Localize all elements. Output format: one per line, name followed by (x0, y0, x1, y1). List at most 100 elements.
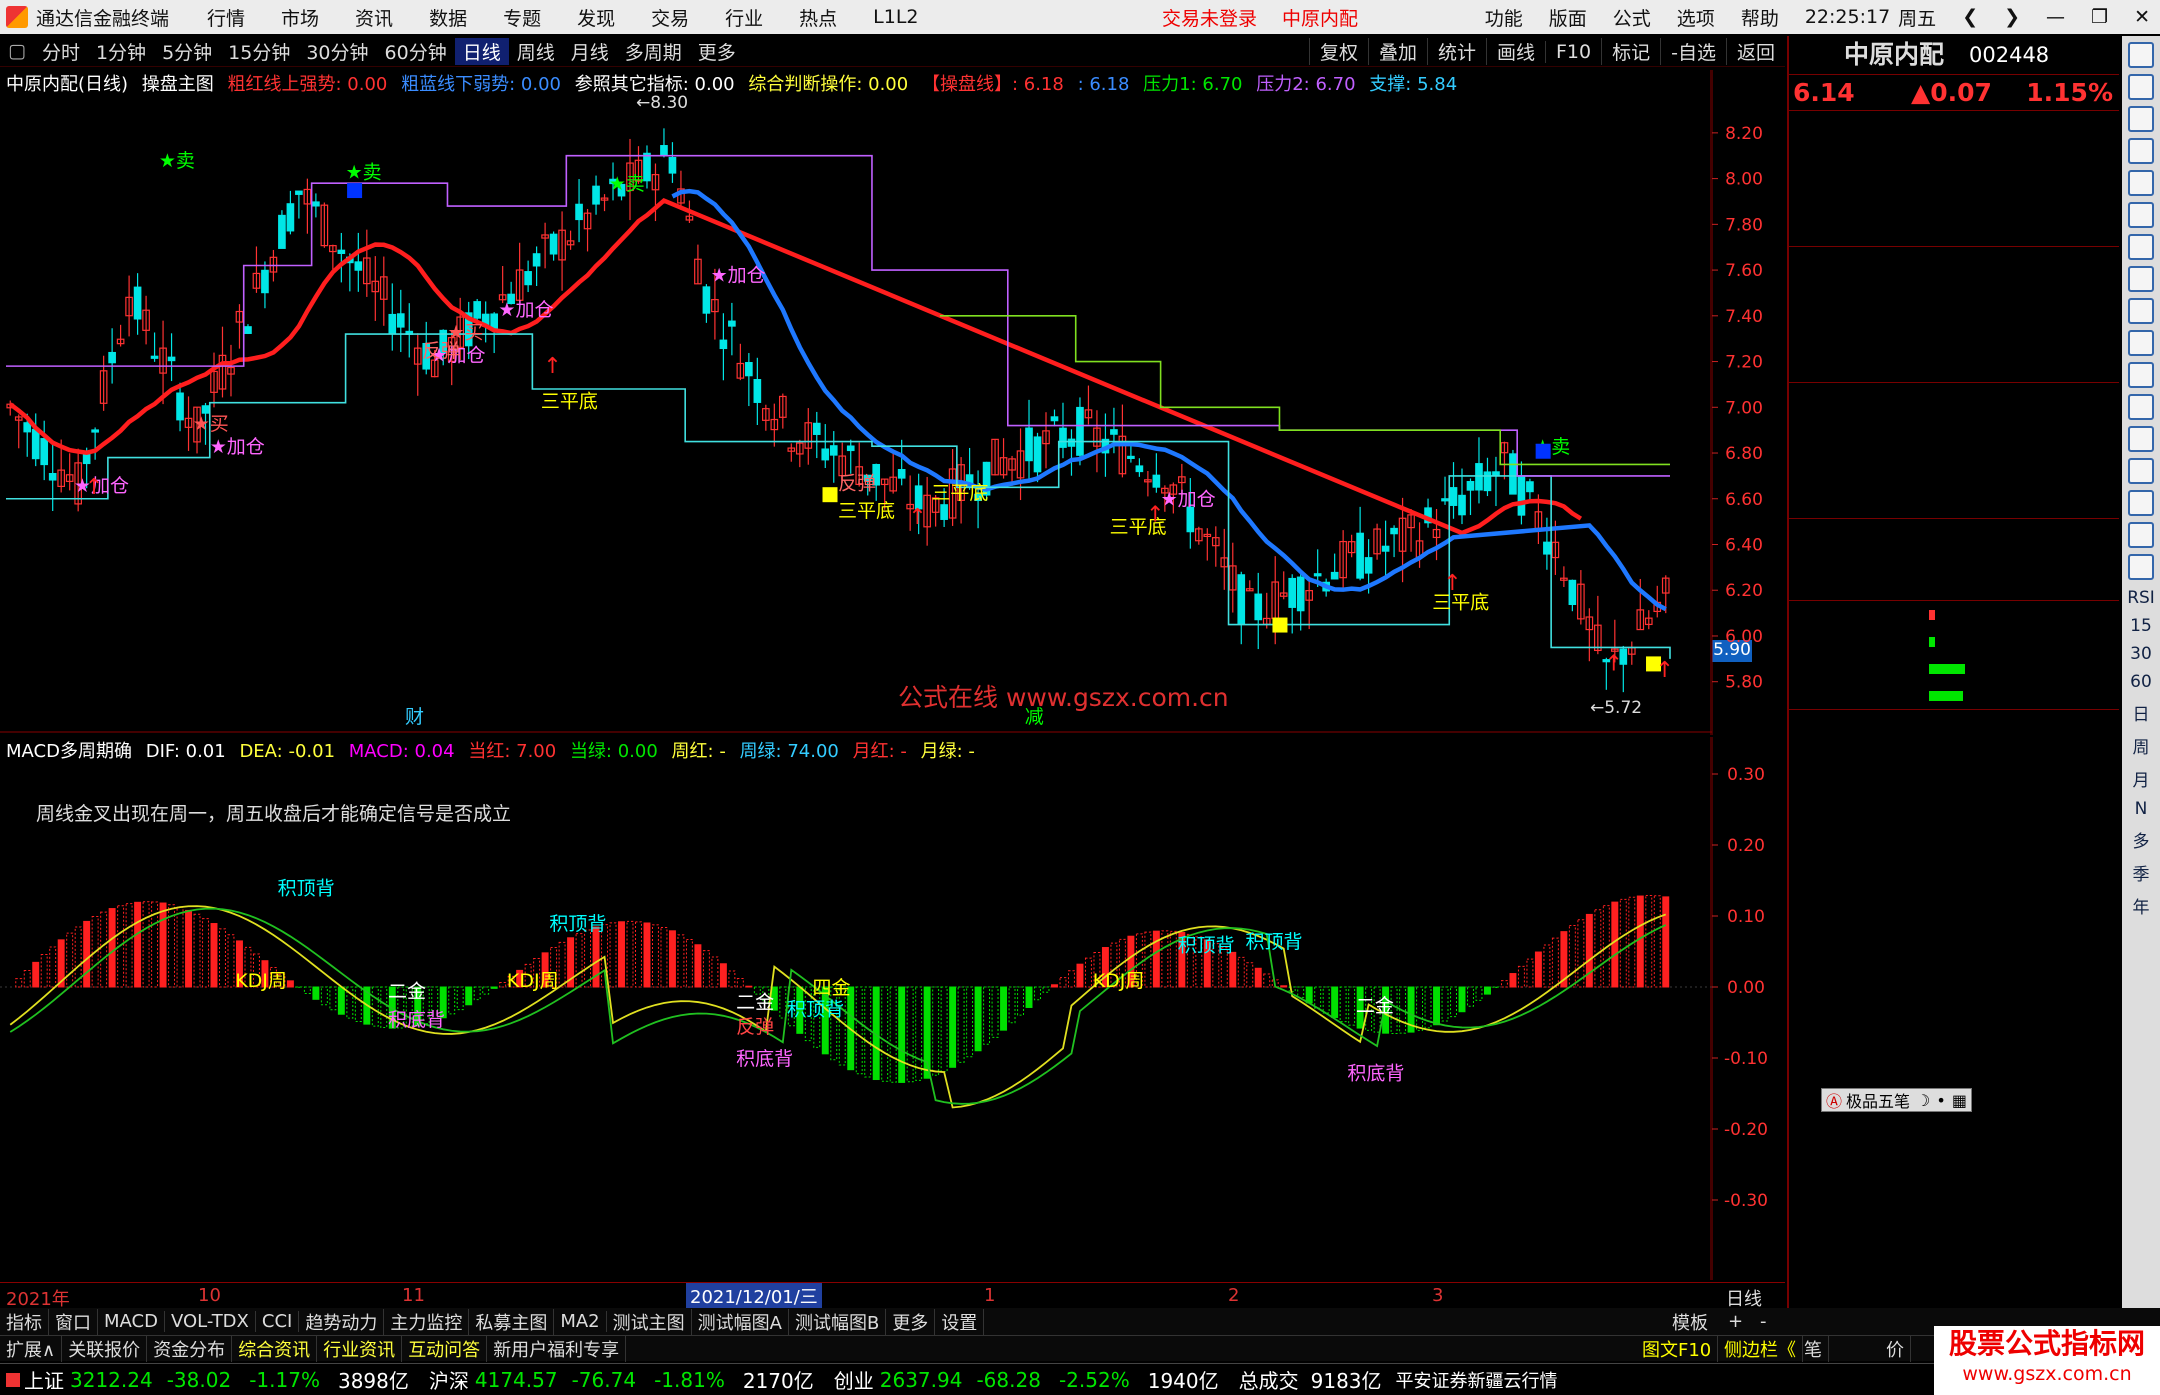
tool-back[interactable]: 返回 (1725, 38, 1785, 65)
menu-industry[interactable]: 行业 (725, 4, 763, 31)
remove-window-button[interactable]: - (1754, 1311, 1773, 1332)
period-shortcut[interactable]: 周 (2122, 733, 2160, 758)
trade-row[interactable] (1789, 737, 2119, 764)
menu-news[interactable]: 资讯 (355, 4, 393, 31)
info-tab-welfare[interactable]: 新用户福利专享 (487, 1335, 627, 1362)
period-tab-60min[interactable]: 60分钟 (377, 38, 455, 65)
menu-quote[interactable]: 行情 (207, 4, 245, 31)
period-shortcut[interactable]: N (2122, 799, 2160, 819)
period-tab-more[interactable]: 更多 (690, 38, 744, 65)
tab-trend-power[interactable]: 趋势动力 (299, 1308, 385, 1335)
period-tab-daily[interactable]: 日线 (454, 37, 509, 65)
trade-row[interactable] (1789, 1199, 2119, 1226)
tab-cci[interactable]: CCI (256, 1311, 300, 1332)
stat-row[interactable] (1789, 519, 2119, 546)
bid-row[interactable] (1789, 247, 2119, 274)
add-window-button[interactable]: + (1722, 1311, 1749, 1332)
menu-help[interactable]: 帮助 (1741, 4, 1779, 31)
stat-row[interactable] (1789, 546, 2119, 573)
menu-hot[interactable]: 热点 (799, 4, 837, 31)
info-tab-pen[interactable]: 笔 (1798, 1335, 1829, 1362)
ime-punct-icon[interactable]: • (1936, 1091, 1945, 1110)
info-icon[interactable] (2128, 362, 2154, 388)
trade-row[interactable] (1789, 1063, 2119, 1090)
trend-icon[interactable] (2128, 234, 2154, 260)
tab-vol-tdx[interactable]: VOL-TDX (165, 1311, 256, 1332)
zoom-in-icon[interactable] (2128, 42, 2154, 68)
menu-market[interactable]: 市场 (281, 4, 319, 31)
ime-moon-icon[interactable]: ☽ (1916, 1091, 1930, 1110)
flow-row[interactable] (1789, 628, 2119, 655)
stat-row[interactable] (1789, 410, 2119, 437)
grid-icon[interactable] (2128, 330, 2154, 356)
period-tab-multi[interactable]: 多周期 (617, 38, 690, 65)
period-shortcut[interactable]: 季 (2122, 860, 2160, 885)
menu-data[interactable]: 数据 (429, 4, 467, 31)
info-tab-related[interactable]: 关联报价 (62, 1335, 148, 1362)
info-tab-news[interactable]: 综合资讯 (232, 1335, 318, 1362)
forward-icon[interactable]: ❯ (2004, 6, 2020, 28)
stat-row[interactable] (1789, 383, 2119, 410)
trade-row[interactable] (1789, 1172, 2119, 1199)
tool-mark[interactable]: 标记 (1601, 38, 1660, 65)
tab-macd[interactable]: MACD (98, 1311, 165, 1332)
trade-row[interactable] (1789, 846, 2119, 873)
trade-row[interactable] (1789, 982, 2119, 1009)
tool-adjust[interactable]: 复权 (1308, 38, 1368, 65)
ask-row[interactable] (1789, 192, 2119, 219)
list-icon[interactable] (2128, 138, 2154, 164)
tab-window[interactable]: 窗口 (49, 1308, 98, 1335)
chart-icon[interactable] (2128, 202, 2154, 228)
tool-remove-fav[interactable]: -自选 (1660, 38, 1726, 65)
period-shortcut[interactable]: 月 (2122, 766, 2160, 791)
menu-layout[interactable]: 版面 (1549, 4, 1587, 31)
table-icon[interactable] (2128, 170, 2154, 196)
tool-overlay[interactable]: 叠加 (1367, 38, 1427, 65)
trade-row[interactable] (1789, 819, 2119, 846)
trade-row[interactable] (1789, 1118, 2119, 1145)
menu-l1l2[interactable]: L1L2 (873, 6, 918, 28)
kline-indicator-name[interactable]: 操盘主图 (142, 74, 214, 95)
period-shortcut[interactable]: RSI (2122, 588, 2160, 608)
trade-row[interactable] (1789, 1227, 2119, 1254)
info-tab-expand[interactable]: 扩展∧ (0, 1335, 63, 1362)
trade-row[interactable] (1789, 1036, 2119, 1063)
hs-name[interactable]: 沪深 (429, 1365, 469, 1394)
bid-row[interactable] (1789, 328, 2119, 355)
menu-options[interactable]: 选项 (1677, 4, 1715, 31)
trade-row[interactable] (1789, 764, 2119, 791)
tab-indicator[interactable]: 指标 (0, 1308, 49, 1335)
flow-row[interactable] (1789, 601, 2119, 628)
kline-chart[interactable]: ★卖★卖★卖★卖★买★买★加仓★加仓★加仓★加仓★加仓★加仓反弹反弹三平底三平底… (0, 70, 1712, 735)
ime-keyboard-icon[interactable]: ▦ (1952, 1091, 1967, 1110)
close-icon[interactable]: ✕ (2134, 6, 2150, 28)
stat-row[interactable] (1789, 464, 2119, 491)
period-tab-1min[interactable]: 1分钟 (88, 38, 154, 65)
finance-icon[interactable] (2128, 266, 2154, 292)
period-shortcut[interactable]: 60 (2122, 672, 2160, 692)
trade-icon[interactable] (2128, 458, 2154, 484)
info-tab-f10[interactable]: 图文F10 (1636, 1335, 1719, 1362)
tab-private-main[interactable]: 私募主图 (469, 1308, 555, 1335)
ask-row[interactable] (1789, 219, 2119, 246)
tab-settings[interactable]: 设置 (935, 1308, 985, 1335)
menu-function[interactable]: 功能 (1485, 4, 1523, 31)
trade-row[interactable] (1789, 873, 2119, 900)
stat-row[interactable] (1789, 437, 2119, 464)
menu-topic[interactable]: 专题 (503, 4, 541, 31)
tab-main-monitor[interactable]: 主力监控 (384, 1308, 470, 1335)
tab-more[interactable]: 更多 (886, 1308, 936, 1335)
down-icon[interactable] (2128, 106, 2154, 132)
template-button[interactable]: 模板 (1666, 1309, 1714, 1335)
ime-toolbar[interactable]: Ⓐ 极品五笔 ☽ • ▦ (1821, 1088, 1972, 1112)
info-tab-sidebar[interactable]: 侧边栏《 (1718, 1335, 1803, 1362)
menu-discover[interactable]: 发现 (577, 4, 615, 31)
trade-row[interactable] (1789, 955, 2119, 982)
tab-test-main[interactable]: 测试主图 (607, 1308, 692, 1335)
period-shortcut[interactable]: 30 (2122, 644, 2160, 664)
trade-row[interactable] (1789, 928, 2119, 955)
restore-icon[interactable]: ❐ (2091, 6, 2108, 28)
period-shortcut[interactable]: 15 (2122, 616, 2160, 636)
kline-panel[interactable]: ★卖 ★卖 ★卖 ★卖 ★买 ★买 ★加仓 ★加仓 ★加仓 ★加仓 ★加仓 ★加仓 反弹 反弹 三平底 三平底… (0, 70, 1752, 735)
period-tab-30min[interactable]: 30分钟 (298, 38, 376, 65)
